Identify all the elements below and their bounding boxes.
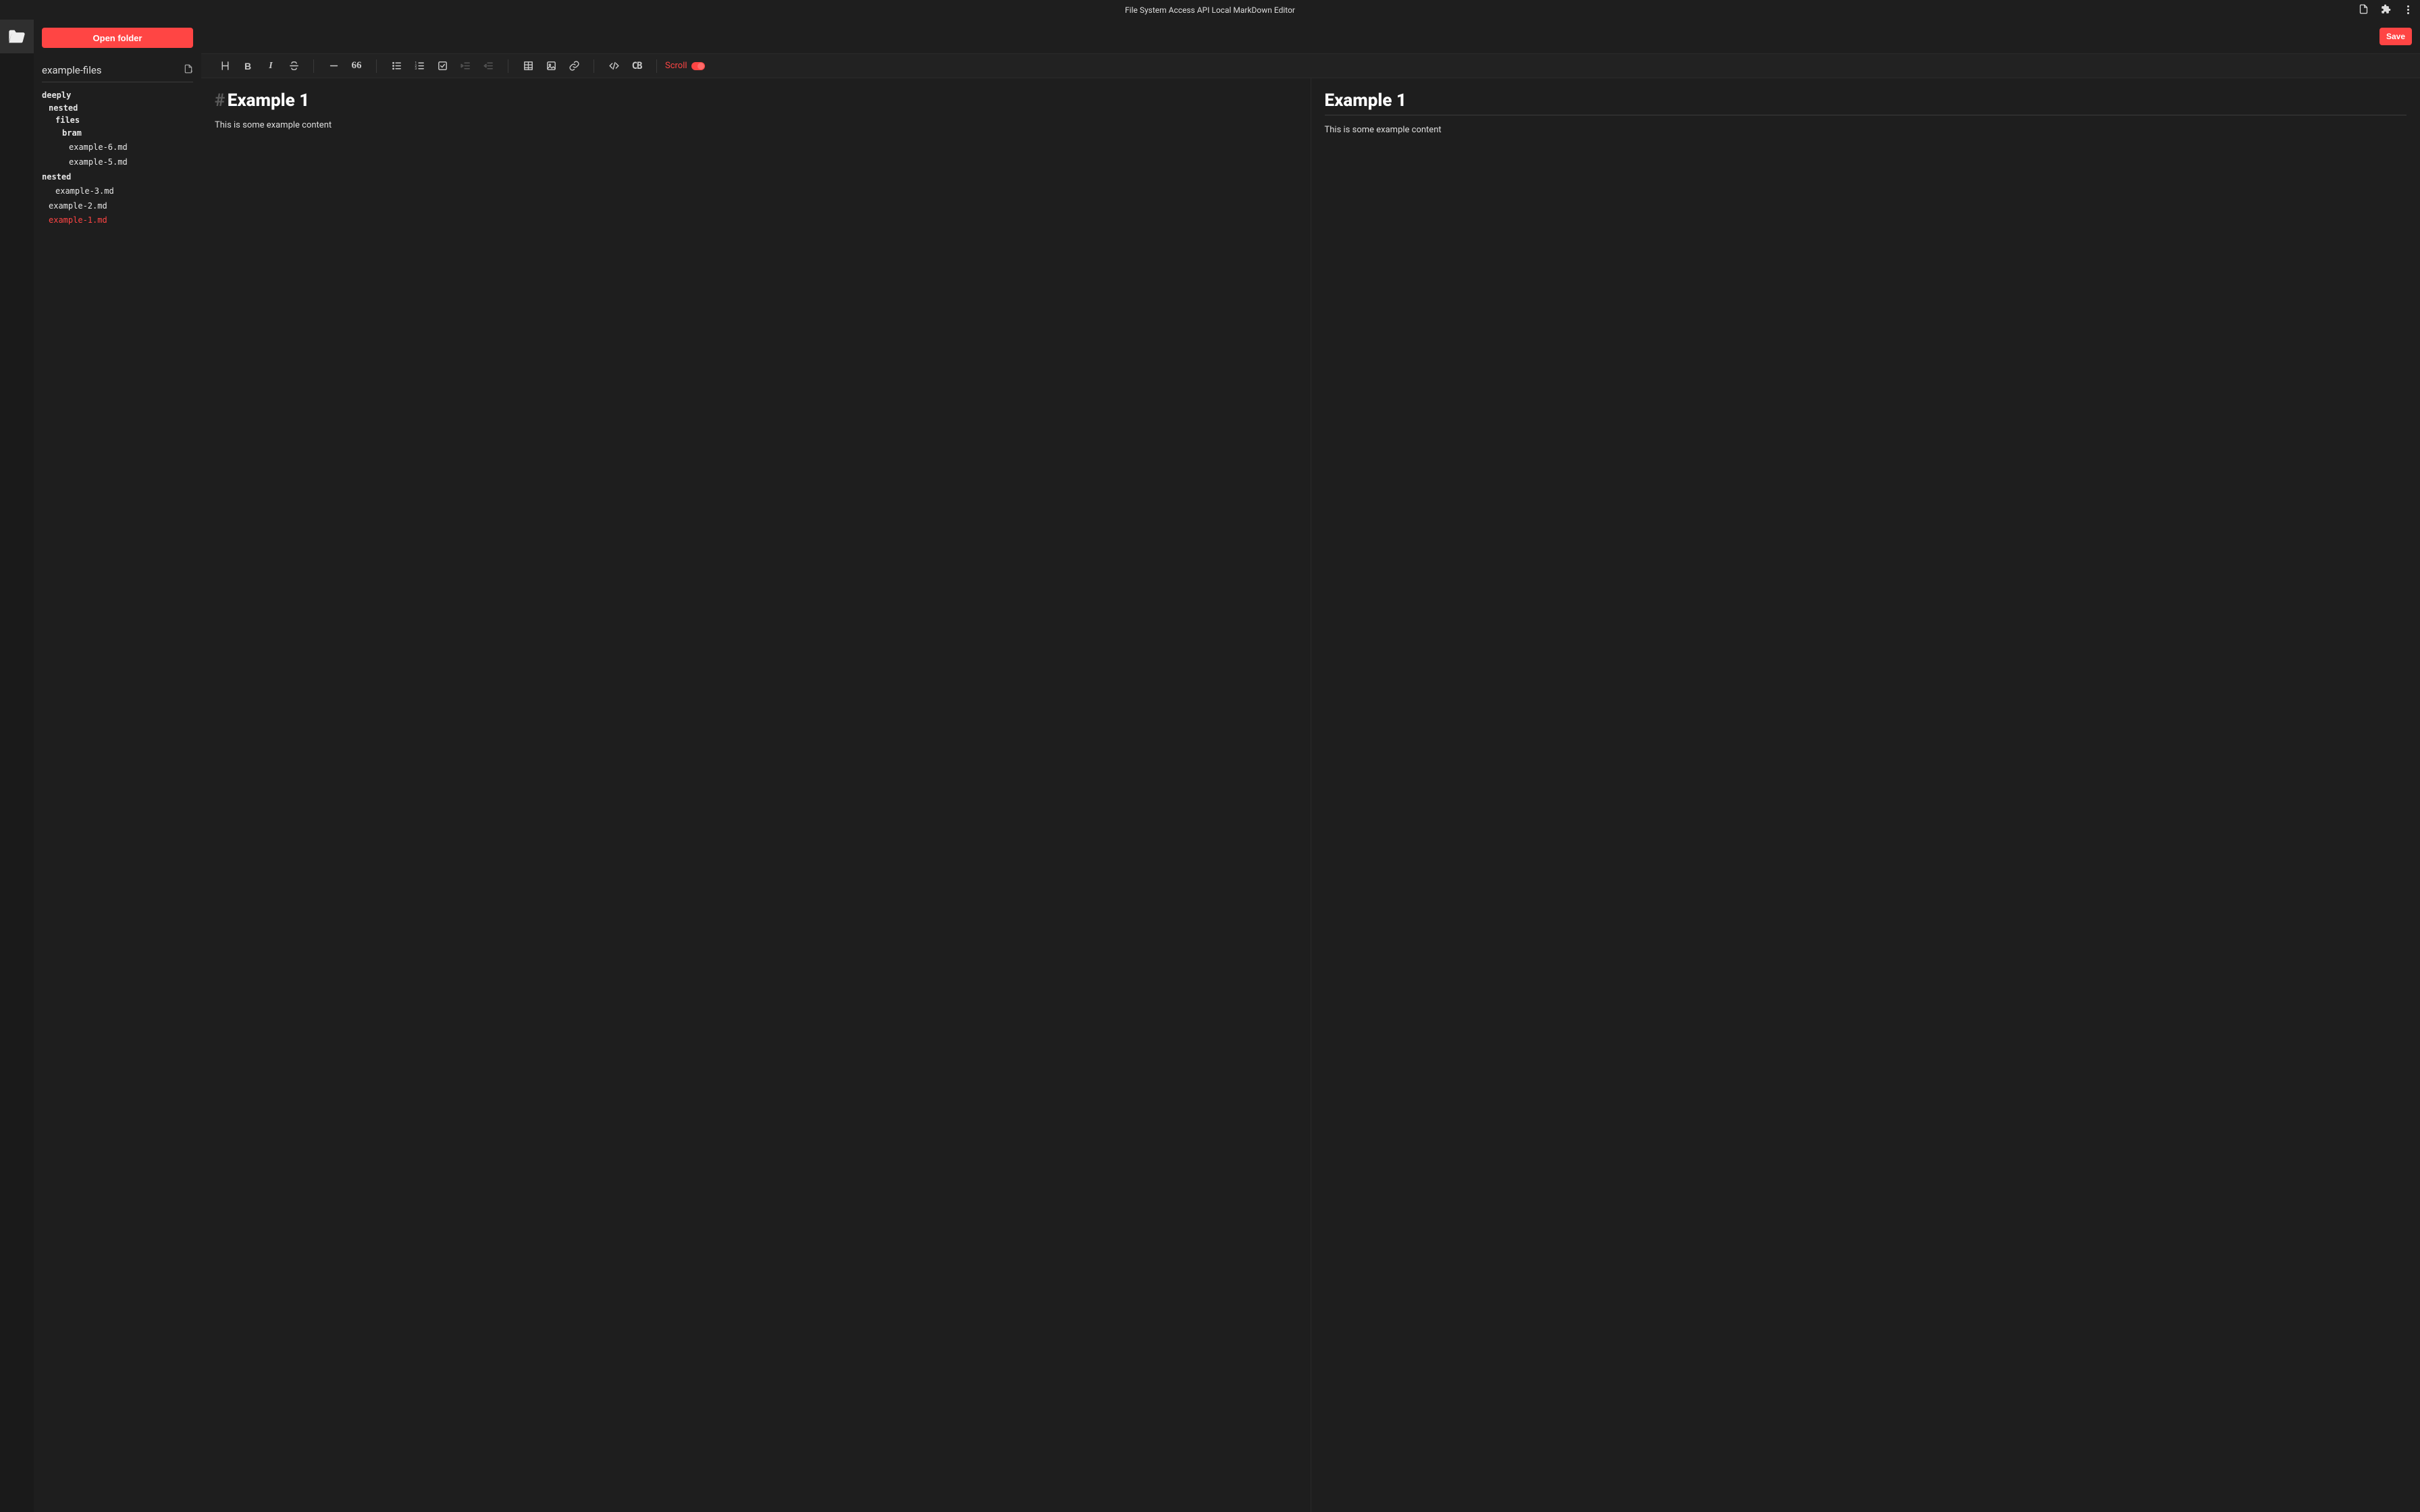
folder-header: example-files	[42, 64, 193, 82]
table-icon[interactable]	[517, 56, 540, 76]
checklist-icon[interactable]	[431, 56, 454, 76]
tree-folder[interactable]: bram	[42, 127, 193, 140]
editor-pane[interactable]: # Example 1 This is some example content	[201, 78, 1311, 1512]
code-icon[interactable]	[602, 56, 625, 76]
olist-icon[interactable]: 123	[408, 56, 431, 76]
sidebar: Open folder example-files deeplynestedfi…	[34, 20, 201, 1512]
file-tree: deeplynestedfilesbramexample-6.mdexample…	[42, 89, 193, 227]
bold-icon[interactable]: B	[236, 56, 259, 76]
codeblock-icon[interactable]: CB	[625, 56, 648, 76]
outdent-icon	[477, 56, 500, 76]
tree-folder[interactable]: deeply	[42, 89, 193, 102]
open-folder-button[interactable]: Open folder	[42, 28, 193, 48]
preview-heading: Example 1	[1325, 90, 2407, 111]
scroll-sync-label: Scroll	[665, 61, 687, 71]
folder-name: example-files	[42, 64, 102, 76]
page-icon[interactable]	[2359, 4, 2369, 16]
editor-body: This is some example content	[215, 120, 1297, 130]
extensions-icon[interactable]	[2381, 4, 2391, 16]
markdown-hash: #	[215, 90, 225, 111]
svg-text:3: 3	[415, 67, 417, 71]
tree-folder[interactable]: nested	[42, 171, 193, 184]
editor-heading: Example 1	[228, 90, 309, 111]
hr-icon[interactable]	[322, 56, 345, 76]
scroll-sync-toggle[interactable]	[691, 62, 705, 70]
topbar: Save	[201, 20, 2420, 53]
window-title: File System Access API Local MarkDown Ed…	[1125, 5, 1295, 15]
kebab-menu-icon[interactable]	[2403, 5, 2413, 15]
save-button[interactable]: Save	[2379, 28, 2412, 45]
strike-icon[interactable]	[282, 56, 305, 76]
titlebar-actions	[2359, 0, 2413, 20]
separator	[656, 59, 657, 73]
separator	[376, 59, 377, 73]
new-file-icon[interactable]	[184, 64, 193, 76]
folder-open-icon[interactable]	[0, 20, 34, 53]
ulist-icon[interactable]	[385, 56, 408, 76]
heading-icon[interactable]	[213, 56, 236, 76]
quote-icon[interactable]: 66	[345, 56, 368, 76]
indent-icon	[454, 56, 477, 76]
tree-file[interactable]: example-3.md	[42, 185, 193, 198]
main: Save B I 66 123 CB Scroll	[201, 20, 2420, 1512]
italic-icon[interactable]: I	[259, 56, 282, 76]
titlebar: File System Access API Local MarkDown Ed…	[0, 0, 2420, 20]
tree-file[interactable]: example-6.md	[42, 141, 193, 154]
editor-toolbar: B I 66 123 CB Scroll	[201, 53, 2420, 78]
editor-split: # Example 1 This is some example content…	[201, 78, 2420, 1512]
preview-body: This is some example content	[1325, 125, 2407, 135]
tree-folder[interactable]: nested	[42, 102, 193, 115]
tree-folder[interactable]: files	[42, 114, 193, 127]
tree-file[interactable]: example-2.md	[42, 200, 193, 213]
separator	[313, 59, 314, 73]
image-icon[interactable]	[540, 56, 562, 76]
tree-file[interactable]: example-1.md	[42, 214, 193, 227]
tree-file[interactable]: example-5.md	[42, 156, 193, 169]
link-icon[interactable]	[562, 56, 585, 76]
preview-pane: Example 1 This is some example content	[1311, 78, 2420, 1512]
activity-rail	[0, 20, 34, 1512]
